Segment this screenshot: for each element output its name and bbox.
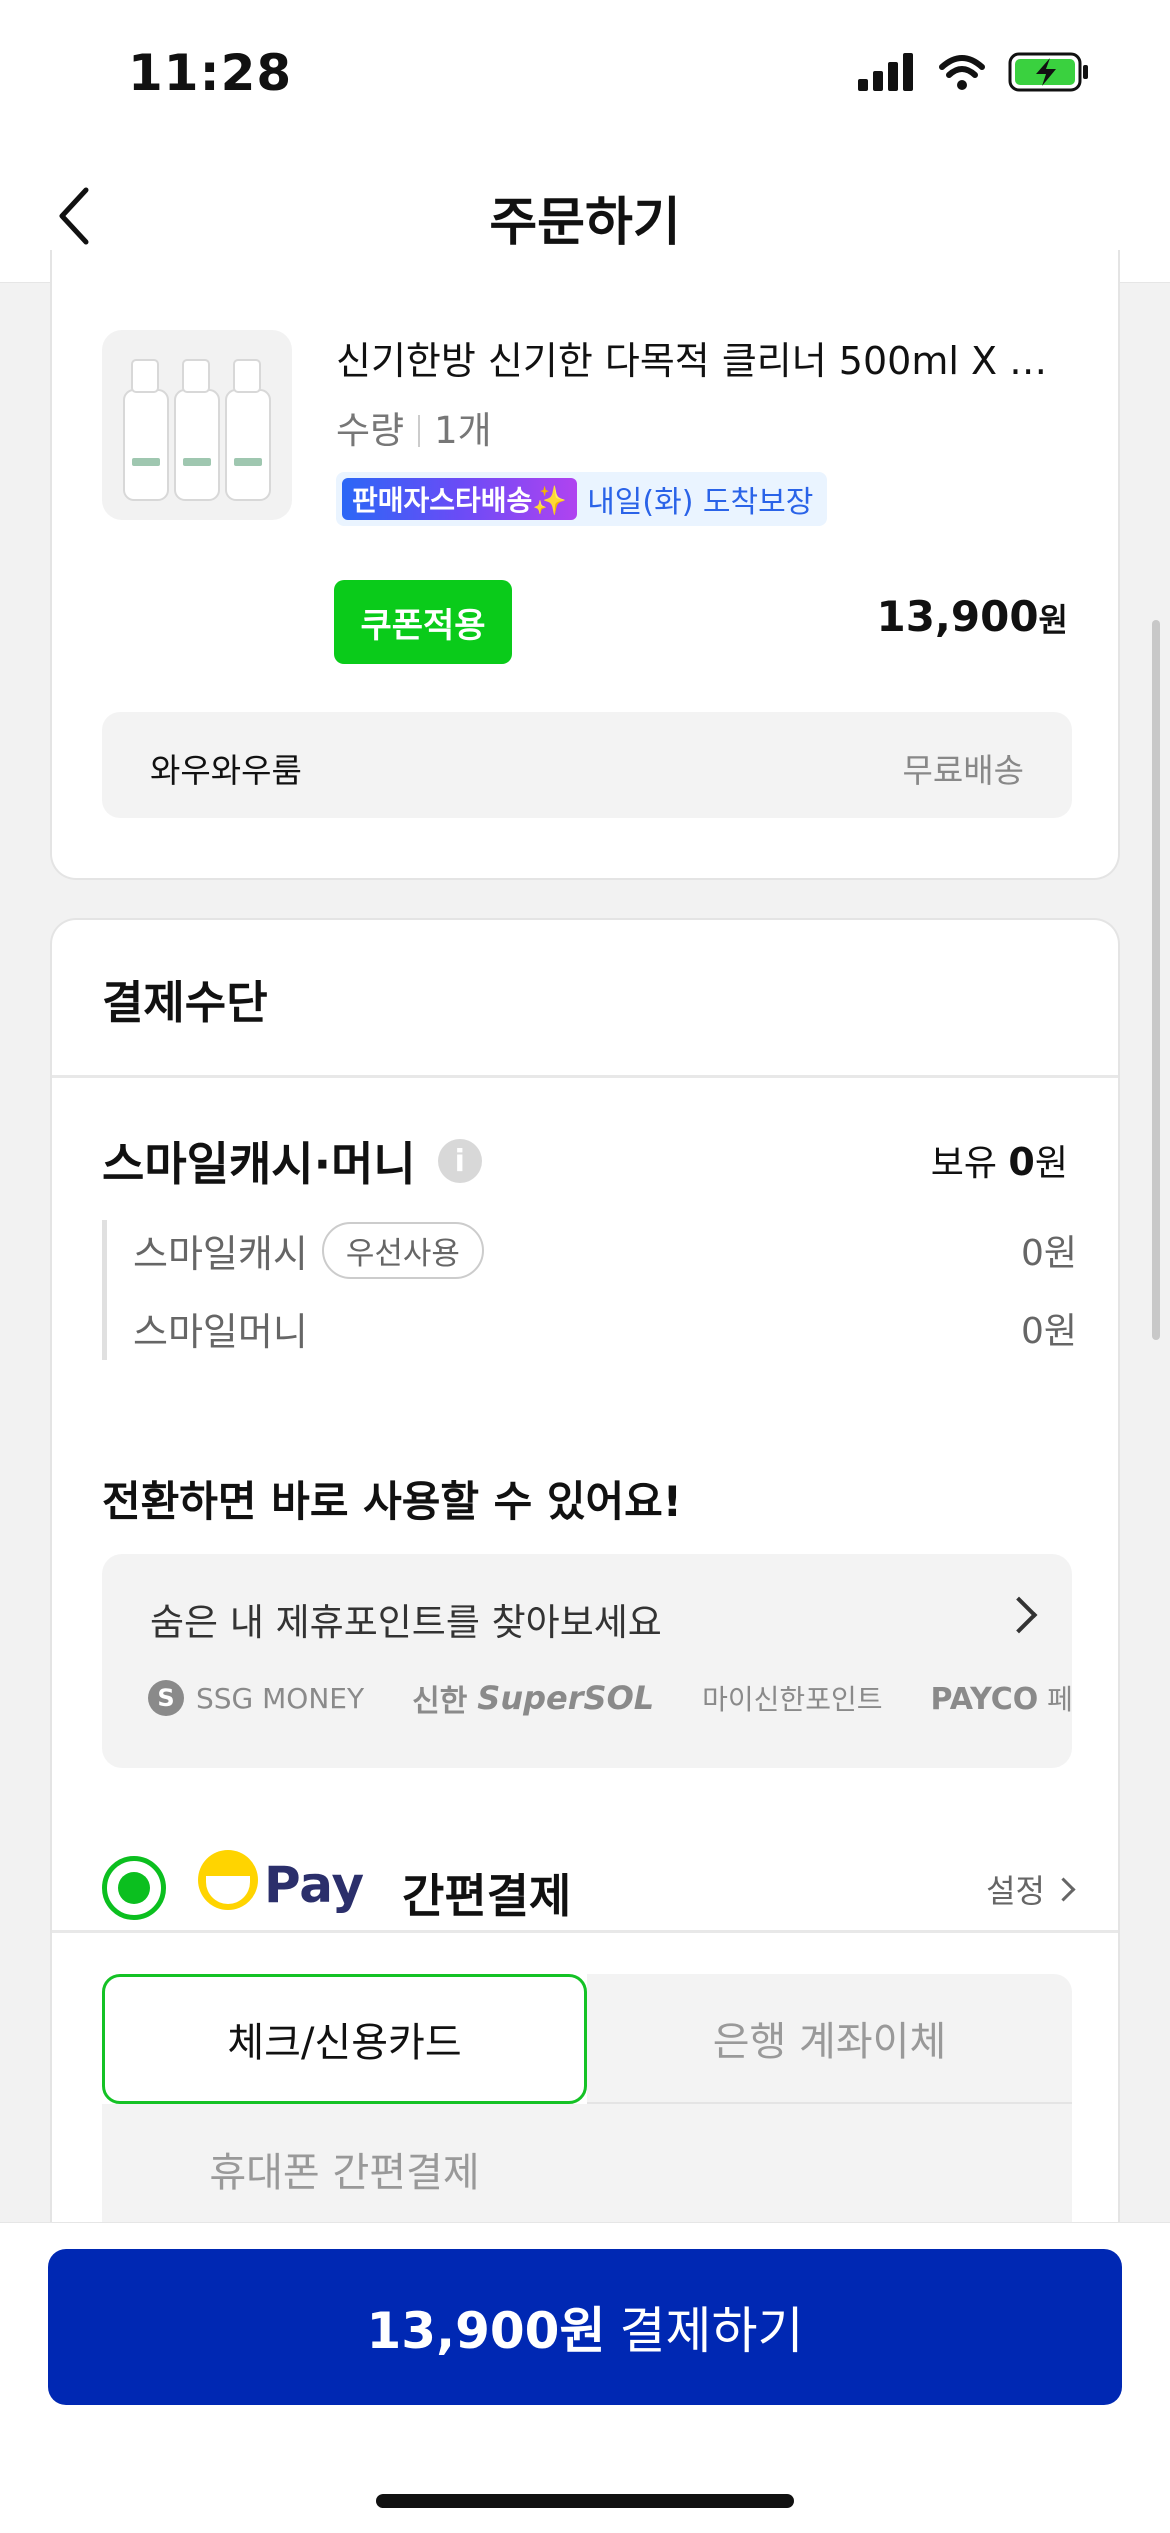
smile-cash-title: 스마일캐시·머니 i [102, 1128, 482, 1194]
payco-suffix-text: 페이코 [1047, 1683, 1072, 1716]
delivery-badge: 판매자스타배송✨ 내일(화) 도착보장 [336, 472, 828, 526]
shipping-store: 와우와우룸 [150, 751, 302, 790]
section-divider [52, 1075, 1118, 1078]
partner-logos: S SSG MONEY 신한 SuperSOL 마이신한포인트 PAYCO 페이코 [148, 1676, 1072, 1720]
wifi-icon [939, 55, 985, 90]
tab-empty-cell [587, 2104, 1072, 2234]
partner-points-title: 숨은 내 제휴포인트를 찾아보세요 [150, 1601, 662, 1644]
checkout-label: 결제하기 [619, 2302, 804, 2360]
item-price: 13,900원 [876, 592, 1068, 641]
checkout-bar: 13,900원 결제하기 [0, 2222, 1170, 2533]
tab-phone-pay[interactable]: 휴대폰 간편결제 [102, 2104, 587, 2234]
list-item: 스마일머니 0원 [133, 1298, 1077, 1358]
quantity-label: 수량 [336, 409, 405, 452]
quantity-divider [418, 415, 421, 447]
simple-pay-radio[interactable] [102, 1856, 166, 1920]
payco-text: PAYCO [930, 1682, 1039, 1717]
settings-link[interactable]: 설정 [986, 1866, 1076, 1912]
smile-cash-title-text: 스마일캐시·머니 [102, 1137, 416, 1191]
shinhan-text: 신한 [412, 1684, 468, 1719]
chevron-right-icon [1000, 1596, 1038, 1634]
chevron-right-icon [1051, 1876, 1076, 1902]
convert-heading: 전환하면 바로 사용할 수 있어요! [102, 1477, 682, 1526]
balance-value: 0 [1008, 1140, 1035, 1184]
apply-coupon-button[interactable]: 쿠폰적용 [334, 580, 512, 664]
status-icons [858, 52, 1090, 92]
signal-icon [858, 53, 913, 91]
payment-method-card: 결제수단 스마일캐시·머니 i 보유 0원 스마일캐시 우선사용 0원 스마일머… [50, 918, 1120, 2418]
product-name[interactable]: 신기한방 신기한 다목적 클리너 500ml X … [336, 330, 1076, 385]
pay-logo-text: Pay [264, 1856, 365, 1914]
status-time: 11:28 [128, 44, 293, 102]
myshinhan-point-text: 마이신한포인트 [702, 1683, 883, 1716]
payment-type-tabs: 은행 계좌이체 휴대폰 간편결제 체크/신용카드 [102, 1974, 1072, 2234]
simple-pay-title: 간편결제 [402, 1869, 572, 1923]
seller-star-badge: 판매자스타배송✨ [342, 478, 578, 520]
smile-money-label: 스마일머니 [133, 1309, 308, 1354]
priority-use-pill[interactable]: 우선사용 [321, 1221, 484, 1279]
smile-money-value: 0원 [1020, 1311, 1077, 1352]
shipping-info: 와우와우룸 무료배송 [102, 712, 1072, 818]
info-icon[interactable]: i [437, 1139, 482, 1183]
partner-points-banner[interactable]: 숨은 내 제휴포인트를 찾아보세요 S SSG MONEY 신한 SuperSOL … [102, 1554, 1072, 1768]
status-bar: 11:28 [0, 0, 1170, 150]
shipping-fee: 무료배송 [902, 751, 1024, 790]
simple-pay-row: Pay 간편결제 설정 [102, 1850, 1076, 1930]
product-image[interactable] [102, 330, 292, 520]
home-indicator [376, 2494, 794, 2508]
order-item-card: 신기한방 신기한 다목적 클리너 500ml X … 수량 1개 판매자스타배송✨… [50, 250, 1120, 880]
shinhan-sol-logo: 신한 SuperSOL [412, 1676, 654, 1720]
settings-label: 설정 [986, 1872, 1045, 1910]
smile-cash-value: 0원 [1020, 1233, 1077, 1274]
balance-label: 보유 [930, 1143, 997, 1184]
payment-section-title: 결제수단 [102, 976, 268, 1029]
tab-check-credit-card[interactable]: 체크/신용카드 [102, 1974, 587, 2104]
ssg-money-logo: S SSG MONEY [148, 1680, 364, 1716]
ssg-money-text: SSG MONEY [196, 1681, 365, 1715]
balance-unit: 원 [1034, 1143, 1068, 1184]
smile-balance: 보유 0원 [931, 1134, 1068, 1186]
smile-sub-list: 스마일캐시 우선사용 0원 스마일머니 0원 [102, 1220, 1077, 1360]
smile-cash-label: 스마일캐시 [133, 1231, 308, 1276]
item-price-unit: 원 [1038, 601, 1068, 639]
quantity-line: 수량 1개 [336, 400, 492, 454]
quantity-value: 1개 [434, 409, 492, 452]
item-price-amount: 13,900 [876, 592, 1039, 641]
checkout-button[interactable]: 13,900원 결제하기 [48, 2249, 1122, 2405]
tab-bank-transfer[interactable]: 은행 계좌이체 [587, 1974, 1072, 2104]
arrival-guarantee: 내일(화) 도착보장 [587, 485, 814, 520]
list-item: 스마일캐시 우선사용 0원 [133, 1220, 1077, 1280]
smile-pay-logo-icon [198, 1850, 258, 1910]
scrollbar[interactable] [1152, 620, 1160, 1340]
checkout-amount: 13,900원 [366, 2302, 606, 2360]
supersol-text: SuperSOL [477, 1679, 655, 1717]
ssg-icon: S [148, 1680, 184, 1716]
section-divider [52, 1930, 1118, 1933]
payco-logo: PAYCO 페이코 [930, 1678, 1072, 1718]
page-title: 주문하기 [489, 193, 681, 253]
battery-charging-icon [1008, 52, 1088, 92]
